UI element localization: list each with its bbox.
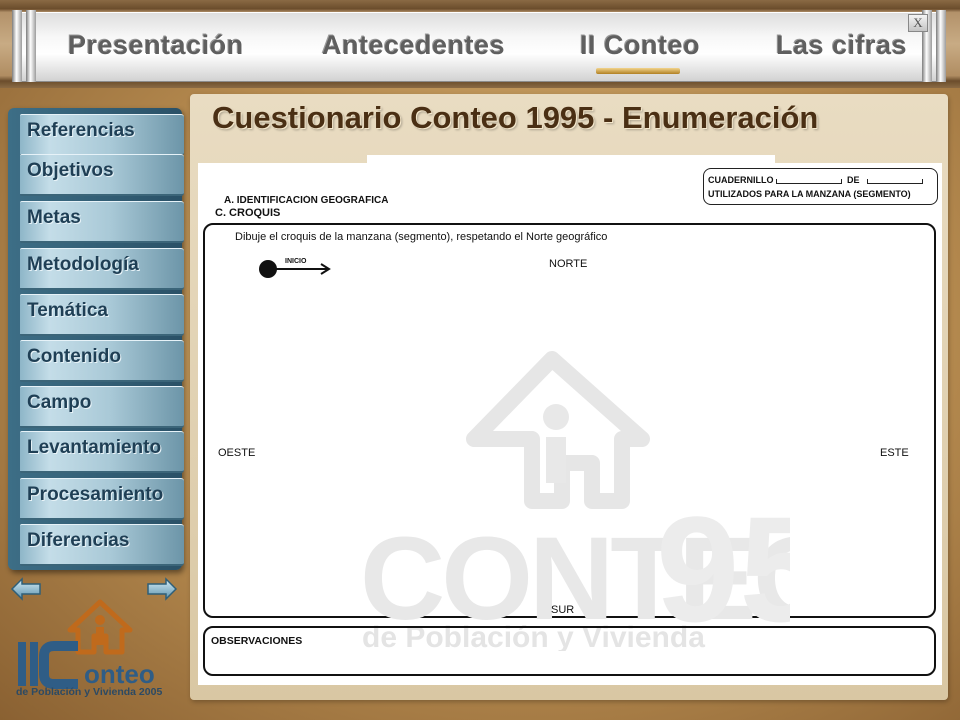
sidebar: Referencias Objetivos Metas Metodología … [8, 108, 184, 570]
sidebar-item-label: Metas [27, 207, 81, 228]
cuadernillo-subtitle: UTILIZADOS PARA LA MANZANA (SEGMENTO) [708, 189, 911, 199]
nav-ii-conteo[interactable]: II Conteo [580, 30, 700, 61]
sidebar-item-label: Procesamiento [27, 484, 164, 505]
svg-text:onteo: onteo [84, 659, 155, 689]
cuadernillo-label: CUADERNILLO [708, 175, 774, 185]
cuadernillo-box: CUADERNILLO DE UTILIZADOS PARA LA MANZAN… [703, 168, 938, 205]
cuadernillo-blank-2 [867, 179, 923, 184]
nav-las-cifras[interactable]: Las cifras [776, 30, 907, 61]
cuadernillo-de-label: DE [847, 175, 860, 185]
sidebar-item-label: Contenido [27, 346, 121, 367]
logo-tagline: de Población y Vivienda 2005 [16, 686, 163, 698]
croquis-instruction: Dibuje el croquis de la manzana (segment… [235, 231, 608, 243]
sidebar-item-contenido[interactable]: Contenido [20, 340, 184, 382]
sidebar-item-label: Metodología [27, 254, 139, 275]
sidebar-item-metas[interactable]: Metas [20, 201, 184, 243]
sidebar-item-objetivos[interactable]: Objetivos [20, 154, 184, 196]
observaciones-label: OBSERVACIONES [211, 635, 303, 647]
nav-rail-left-inner [26, 10, 36, 82]
nav-rail-right-outer [936, 10, 946, 82]
west-label: OESTE [218, 447, 256, 459]
questionnaire-image: A. IDENTIFICACIÓN GEOGRÁFICA CUADERNILLO… [198, 163, 942, 685]
sidebar-item-tematica[interactable]: Temática [20, 294, 184, 336]
section-c-label: C. CROQUIS [215, 207, 281, 219]
house-logo-icon: CONTEO onteo [18, 599, 155, 689]
sidebar-item-metodologia[interactable]: Metodología [20, 248, 184, 290]
nav-antecedentes[interactable]: Antecedentes [322, 30, 505, 61]
sidebar-item-label: Temática [27, 300, 108, 321]
close-button[interactable]: X [908, 14, 928, 32]
nav-presentacion[interactable]: Presentación [68, 30, 244, 61]
east-label: ESTE [880, 447, 909, 459]
sidebar-item-label: Diferencias [27, 530, 130, 551]
page-title: Cuestionario Conteo 1995 - Enumeración [212, 100, 819, 135]
nav-rail-left-outer [12, 10, 22, 82]
section-a-label: A. IDENTIFICACIÓN GEOGRÁFICA [224, 195, 389, 203]
sidebar-item-label: Levantamiento [27, 437, 162, 458]
croquis-box: Dibuje el croquis de la manzana (segment… [203, 223, 936, 651]
sidebar-item-referencias[interactable]: Referencias [20, 114, 184, 156]
sidebar-item-label: Objetivos [27, 160, 114, 181]
nav-active-indicator [596, 68, 680, 74]
conteo-watermark: CONTEO 95 de Población y Vivienda [360, 351, 790, 651]
sidebar-item-campo[interactable]: Campo [20, 386, 184, 428]
south-label: SUR [551, 604, 575, 616]
north-label: NORTE [549, 258, 588, 270]
sidebar-item-levantamiento[interactable]: Levantamiento [20, 431, 184, 473]
sidebar-item-label: Referencias [27, 120, 135, 141]
inicio-label: INICIO [285, 258, 307, 265]
observaciones-box: OBSERVACIONES [203, 626, 936, 676]
cuadernillo-blank-1 [776, 179, 842, 184]
sidebar-item-label: Campo [27, 392, 92, 413]
sidebar-item-procesamiento[interactable]: Procesamiento [20, 478, 184, 520]
sidebar-item-diferencias[interactable]: Diferencias [20, 524, 184, 566]
top-nav-bar: Presentación Antecedentes II Conteo Las … [0, 0, 960, 88]
